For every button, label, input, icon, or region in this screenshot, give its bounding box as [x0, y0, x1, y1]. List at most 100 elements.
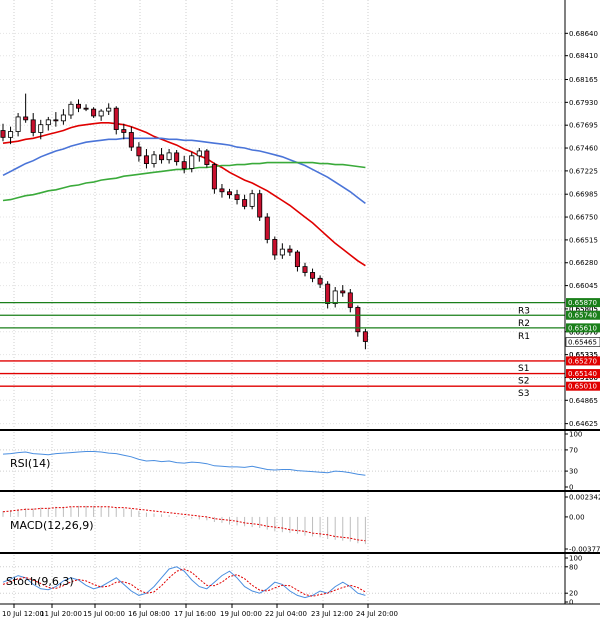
bearish-candle-body — [219, 188, 225, 193]
bearish-candle-body — [136, 146, 142, 157]
bearish-candle-body — [302, 266, 308, 273]
x-tick-label: 16 Jul 08:00 — [128, 610, 170, 618]
bearish-candle-body — [226, 191, 232, 196]
macd-tick-label: -0.003776 — [569, 546, 600, 554]
bullish-candle-body — [45, 119, 51, 126]
x-tick-label: 22 Jul 04:00 — [265, 610, 307, 618]
bullish-candle-body — [98, 110, 104, 117]
price-tick-label: 0.66045 — [569, 282, 598, 290]
bullish-candle-body — [332, 290, 338, 304]
price-tick-label: 0.68165 — [569, 76, 598, 84]
bearish-candle-body — [264, 216, 270, 240]
bearish-candle-body — [76, 103, 82, 109]
bearish-candle-body — [340, 290, 346, 294]
candle — [211, 162, 217, 194]
rsi-tick-label: 0 — [569, 484, 573, 492]
price-tick-label: 0.67930 — [569, 99, 598, 107]
price-tick-label: 0.68410 — [569, 52, 598, 60]
bullish-candle-body — [60, 114, 66, 122]
x-tick-label: 23 Jul 12:00 — [311, 610, 353, 618]
pivot-level-name: R1 — [518, 332, 530, 342]
price-tick-label: 0.66515 — [569, 236, 598, 244]
bearish-candle-body — [234, 194, 240, 200]
bearish-candle-body — [204, 150, 210, 165]
current-price-label: 0.65465 — [568, 338, 597, 346]
pivot-level-name: S1 — [518, 364, 529, 374]
bearish-candle-body — [272, 239, 278, 256]
bearish-candle-body — [317, 277, 323, 285]
candle — [91, 107, 97, 118]
candle — [264, 213, 270, 244]
bullish-candle-body — [189, 155, 195, 169]
bearish-candle-body — [325, 283, 331, 304]
bullish-candle-body — [15, 116, 21, 132]
candle — [257, 189, 263, 221]
rsi-tick-label: 70 — [569, 446, 578, 454]
x-tick-label: 24 Jul 20:00 — [356, 610, 398, 618]
pivot-level-price-label: 0.65870 — [568, 299, 597, 307]
bearish-candle-body — [257, 193, 263, 218]
bearish-candle-body — [53, 119, 59, 122]
bearish-candle-body — [362, 331, 368, 342]
stoch-label: Stoch(9,6,3) — [6, 575, 74, 588]
bearish-candle-body — [294, 251, 300, 268]
stoch-tick-label: 0 — [569, 599, 573, 607]
bearish-candle-body — [91, 108, 97, 117]
price-tick-label: 0.68640 — [569, 30, 598, 38]
pivot-level-name: S2 — [518, 377, 529, 387]
rsi-tick-label: 30 — [569, 468, 578, 476]
bearish-candle-body — [113, 107, 119, 130]
x-tick-label: 15 Jul 00:00 — [83, 610, 125, 618]
macd-tick-label: 0.00 — [569, 513, 585, 521]
price-tick-label: 0.67225 — [569, 167, 598, 175]
rsi-label: RSI(14) — [10, 457, 50, 470]
bullish-candle-body — [38, 124, 44, 133]
bearish-candle-body — [310, 272, 316, 279]
pivot-level-price-label: 0.65270 — [568, 357, 597, 365]
bearish-candle-body — [211, 164, 217, 190]
bullish-candle-body — [8, 131, 14, 138]
bearish-candle-body — [174, 152, 180, 163]
price-tick-label: 0.67460 — [569, 145, 598, 153]
stoch-tick-label: 100 — [569, 555, 582, 563]
bearish-candle-body — [143, 155, 149, 164]
pivot-level-price-label: 0.65740 — [568, 312, 597, 320]
stoch-tick-label: 20 — [569, 590, 578, 598]
x-tick-label: 10 Jul 12:00 — [2, 610, 44, 618]
forex-chart: R3R2R1S1S2S3 0.686400.684100.681650.6793… — [0, 0, 600, 620]
macd-tick-label: 0.002342 — [569, 494, 600, 502]
bullish-candle-body — [106, 107, 112, 112]
bearish-candle-body — [23, 116, 29, 121]
bearish-candle-body — [30, 119, 36, 133]
bullish-candle-body — [249, 193, 255, 207]
x-tick-label: 11 Jul 20:00 — [40, 610, 82, 618]
bearish-candle-body — [242, 199, 248, 207]
price-tick-label: 0.64625 — [569, 420, 598, 428]
pivot-level-price-label: 0.65610 — [568, 324, 597, 332]
stoch-tick-label: 80 — [569, 563, 578, 571]
pivot-level-price-label: 0.65140 — [568, 370, 597, 378]
rsi-tick-label: 100 — [569, 431, 582, 439]
price-tick-label: 0.66985 — [569, 191, 598, 199]
price-tick-label: 0.66280 — [569, 259, 598, 267]
bearish-candle-body — [159, 154, 165, 161]
macd-label: MACD(12,26,9) — [10, 519, 94, 532]
bearish-candle-body — [181, 161, 187, 169]
bullish-candle-body — [151, 154, 157, 164]
bullish-candle-body — [196, 150, 202, 157]
candle — [204, 149, 210, 168]
bullish-candle-body — [279, 248, 285, 256]
x-tick-label: 19 Jul 00:00 — [220, 610, 262, 618]
bearish-candle-body — [287, 248, 293, 253]
price-tick-label: 0.67695 — [569, 122, 598, 130]
price-tick-label: 0.64865 — [569, 397, 598, 405]
bearish-candle-body — [83, 107, 89, 110]
bearish-candle-body — [121, 129, 127, 133]
price-tick-label: 0.66750 — [569, 214, 598, 222]
bearish-candle-body — [0, 130, 6, 138]
candle — [355, 305, 361, 337]
bullish-candle-body — [166, 152, 172, 161]
bearish-candle-body — [128, 132, 134, 148]
pivot-level-name: S3 — [518, 389, 529, 399]
x-tick-label: 17 Jul 16:00 — [174, 610, 216, 618]
